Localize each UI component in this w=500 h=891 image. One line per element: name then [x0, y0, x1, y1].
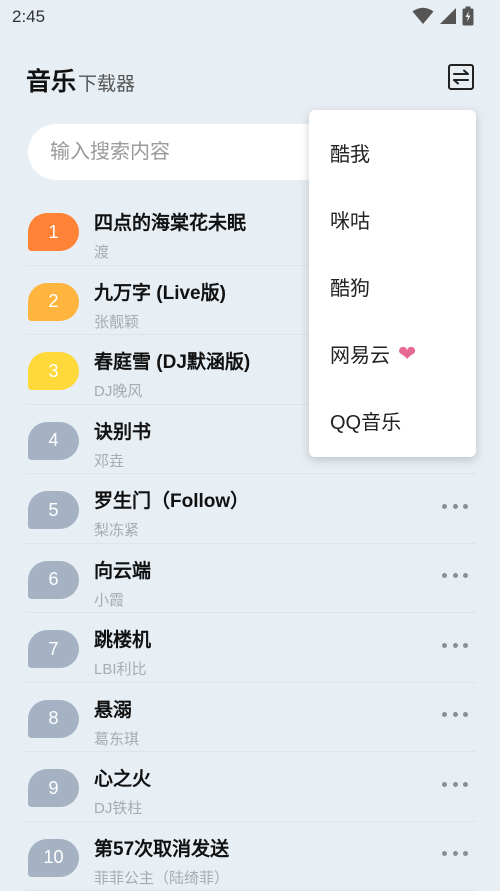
app-title-main: 音乐 [26, 62, 76, 98]
battery-icon [462, 6, 474, 26]
switch-icon[interactable] [448, 64, 474, 90]
list-item[interactable]: 8 悬溺 葛东琪 [26, 683, 476, 753]
rank-badge: 4 [28, 422, 79, 460]
menu-item-kuwo[interactable]: 酷我 [330, 138, 370, 167]
song-artist: 菲菲公主（陆绮菲） [94, 867, 229, 888]
menu-item-label: 咪咕 [330, 205, 370, 234]
rank-badge: 5 [28, 491, 79, 529]
list-item[interactable]: 7 跳楼机 LBI利比 [26, 613, 476, 683]
song-artist: 张靓颖 [94, 311, 139, 332]
song-title: 诀别书 [94, 417, 151, 444]
list-item[interactable]: 9 心之火 DJ铁柱 [26, 752, 476, 822]
list-item[interactable]: 5 罗生门（Follow） 梨冻紧 [26, 474, 476, 544]
rank-badge: 7 [28, 630, 79, 668]
status-time: 2:45 [12, 7, 45, 27]
song-title: 心之火 [94, 764, 151, 791]
app-title-sub: 下载器 [78, 69, 135, 96]
menu-item-label: 酷我 [330, 138, 370, 167]
song-title: 春庭雪 (DJ默涵版) [94, 347, 250, 374]
menu-item-migu[interactable]: 咪咕 [330, 205, 370, 234]
menu-item-qqmusic[interactable]: QQ音乐 [330, 406, 401, 435]
menu-item-netease[interactable]: 网易云 ❤ [330, 339, 416, 368]
song-title: 四点的海棠花未眠 [94, 208, 246, 235]
menu-item-label: QQ音乐 [330, 406, 401, 435]
song-title: 向云端 [94, 556, 151, 583]
wifi-icon [412, 7, 434, 25]
list-item[interactable]: 6 向云端 小霞 [26, 544, 476, 614]
signal-icon [439, 7, 457, 25]
more-options-icon[interactable] [442, 846, 468, 862]
rank-badge: 10 [28, 839, 79, 877]
more-options-icon[interactable] [442, 776, 468, 792]
song-artist: 渡 [94, 241, 109, 262]
song-artist: DJ晚风 [94, 380, 142, 401]
song-artist: LBI利比 [94, 658, 147, 679]
song-artist: 葛东琪 [94, 728, 139, 749]
app-title: 音乐 下载器 [26, 62, 476, 98]
list-item[interactable]: 10 第57次取消发送 菲菲公主（陆绮菲） [26, 822, 476, 891]
song-title: 第57次取消发送 [94, 834, 229, 861]
source-menu: 酷我 咪咕 酷狗 网易云 ❤ QQ音乐 [309, 110, 476, 457]
song-artist: 梨冻紧 [94, 519, 139, 540]
app-header: 音乐 下载器 [26, 62, 476, 102]
rank-badge: 9 [28, 769, 79, 807]
rank-badge: 8 [28, 700, 79, 738]
rank-badge: 2 [28, 283, 79, 321]
rank-badge: 6 [28, 561, 79, 599]
menu-item-kugou[interactable]: 酷狗 [330, 272, 370, 301]
more-options-icon[interactable] [442, 637, 468, 653]
rank-badge: 3 [28, 352, 79, 390]
song-artist: 邓垚 [94, 450, 124, 471]
menu-item-label: 网易云 [330, 339, 390, 368]
rank-badge: 1 [28, 213, 79, 251]
song-title: 悬溺 [94, 695, 132, 722]
more-options-icon[interactable] [442, 498, 468, 514]
song-artist: DJ铁柱 [94, 797, 142, 818]
song-artist: 小霞 [94, 589, 124, 610]
more-options-icon[interactable] [442, 568, 468, 584]
song-title: 跳楼机 [94, 625, 151, 652]
more-options-icon[interactable] [442, 707, 468, 723]
menu-item-label: 酷狗 [330, 272, 370, 301]
song-title: 罗生门（Follow） [94, 486, 249, 513]
status-icons [412, 6, 474, 26]
status-bar: 2:45 [0, 0, 500, 34]
song-title: 九万字 (Live版) [94, 278, 226, 305]
heart-icon: ❤ [398, 341, 416, 367]
